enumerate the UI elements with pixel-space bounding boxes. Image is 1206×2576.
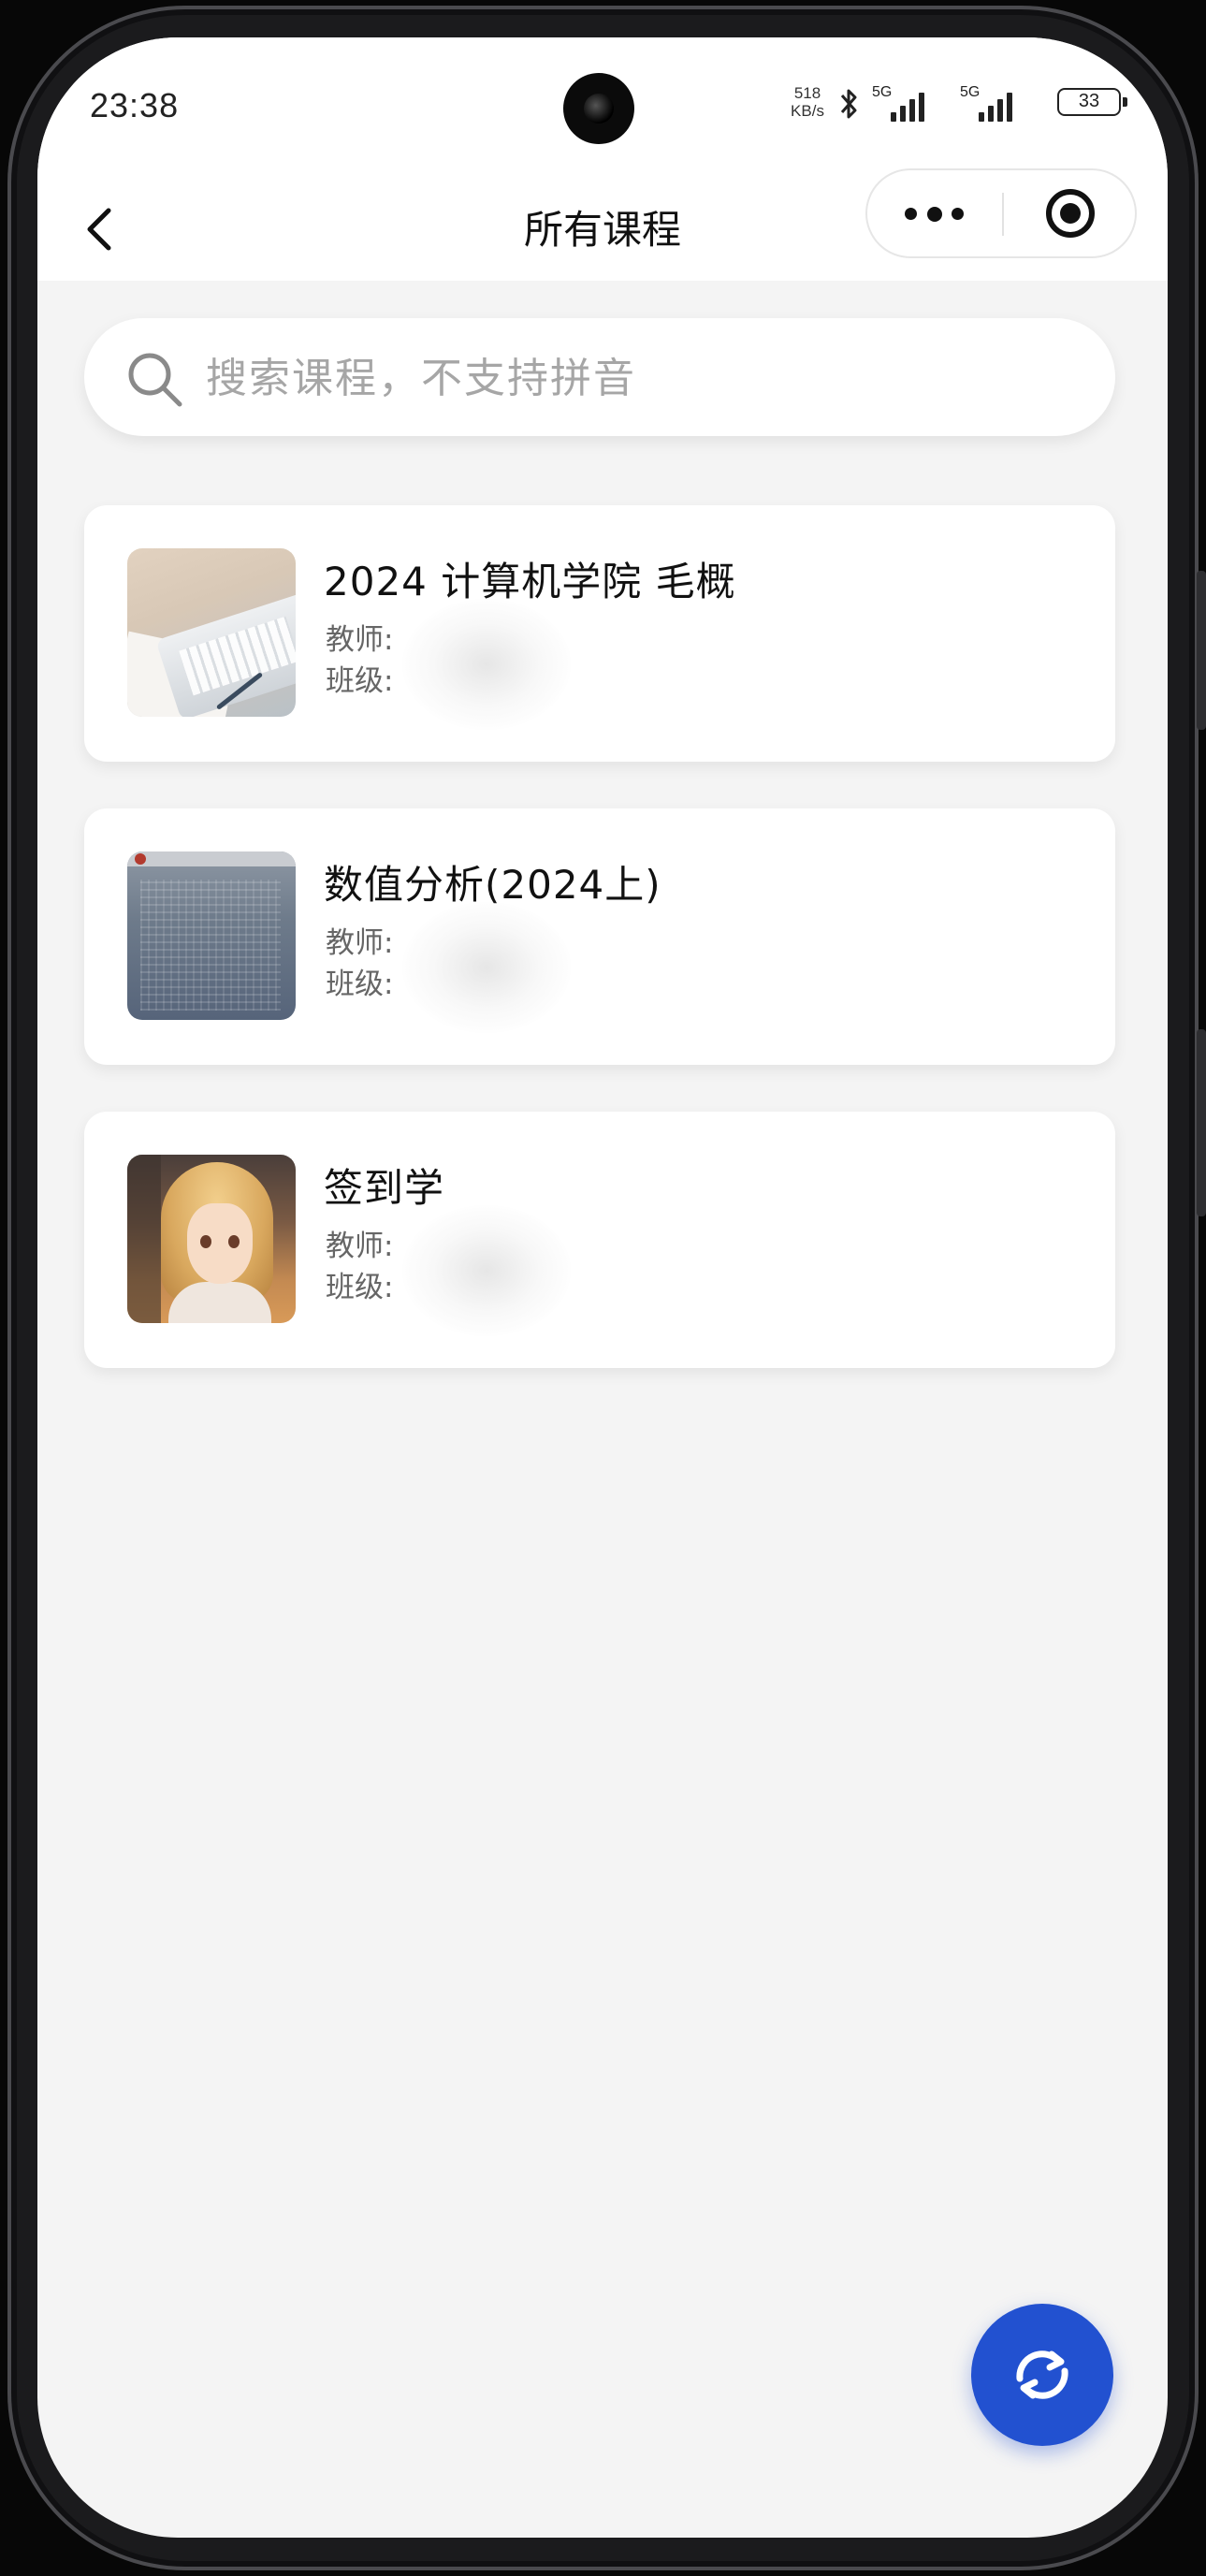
desk-laptop-image <box>127 548 296 717</box>
signal-bars-icon <box>979 92 1024 122</box>
sim1-network-label: 5G <box>872 84 893 100</box>
class-label: 班级: <box>326 664 394 698</box>
course-card[interactable]: 数值分析(2024上) 教师: 班级: <box>84 808 1115 1065</box>
more-button[interactable] <box>867 170 1002 256</box>
sim2-network-label: 5G <box>960 84 981 100</box>
refresh-icon <box>1016 2350 1068 2399</box>
redacted-blur <box>402 1205 571 1336</box>
redacted-blur <box>402 902 571 1033</box>
signal-sim1: 5G <box>872 84 937 124</box>
search-icon <box>128 353 182 407</box>
volume-button <box>1197 571 1206 730</box>
refresh-button[interactable] <box>971 2304 1113 2446</box>
anime-girl-image <box>127 1155 296 1323</box>
class-label: 班级: <box>326 1271 394 1304</box>
signal-bars-icon <box>891 92 936 122</box>
course-card[interactable]: 签到学 教师: 班级: <box>84 1112 1115 1368</box>
more-dots-icon <box>905 207 965 222</box>
close-mini-program-button[interactable] <box>1004 170 1135 256</box>
teacher-label: 教师: <box>326 623 394 657</box>
teacher-label: 教师: <box>326 926 394 960</box>
network-speed: 518 KB/s <box>786 84 829 120</box>
redacted-blur <box>402 599 571 730</box>
document-photo-image <box>127 851 296 1020</box>
status-icons: 518 KB/s 5G 5G 33 <box>786 84 1141 125</box>
search-input[interactable] <box>204 346 1050 410</box>
search-bar <box>84 318 1115 436</box>
power-button <box>1197 1029 1206 1216</box>
battery-icon: 33 <box>1057 88 1127 116</box>
app-screen: 23:38 518 KB/s 5G 5G 33 所有课程 搜索课程，不支持拼音 … <box>37 37 1168 2538</box>
teacher-label: 教师: <box>326 1230 394 1263</box>
signal-sim2: 5G <box>960 84 1025 124</box>
status-time: 23:38 <box>90 86 180 124</box>
course-name: 2024 计算机学院 毛概 <box>324 559 736 604</box>
bluetooth-icon <box>840 89 857 119</box>
phone-frame: 23:38 518 KB/s 5G 5G 33 所有课程 搜索课程，不支持拼音 … <box>0 0 1206 2576</box>
course-card[interactable]: 2024 计算机学院 毛概 教师: 班级: <box>84 505 1115 762</box>
target-circle-icon <box>1046 189 1095 238</box>
front-camera <box>563 73 634 144</box>
network-speed-value: 518 <box>793 84 821 102</box>
course-name: 签到学 <box>324 1165 445 1211</box>
class-label: 班级: <box>326 968 394 1001</box>
network-speed-unit: KB/s <box>791 102 824 120</box>
top-bar: 23:38 518 KB/s 5G 5G 33 所有课程 <box>37 37 1168 281</box>
mini-program-capsule <box>865 168 1137 258</box>
